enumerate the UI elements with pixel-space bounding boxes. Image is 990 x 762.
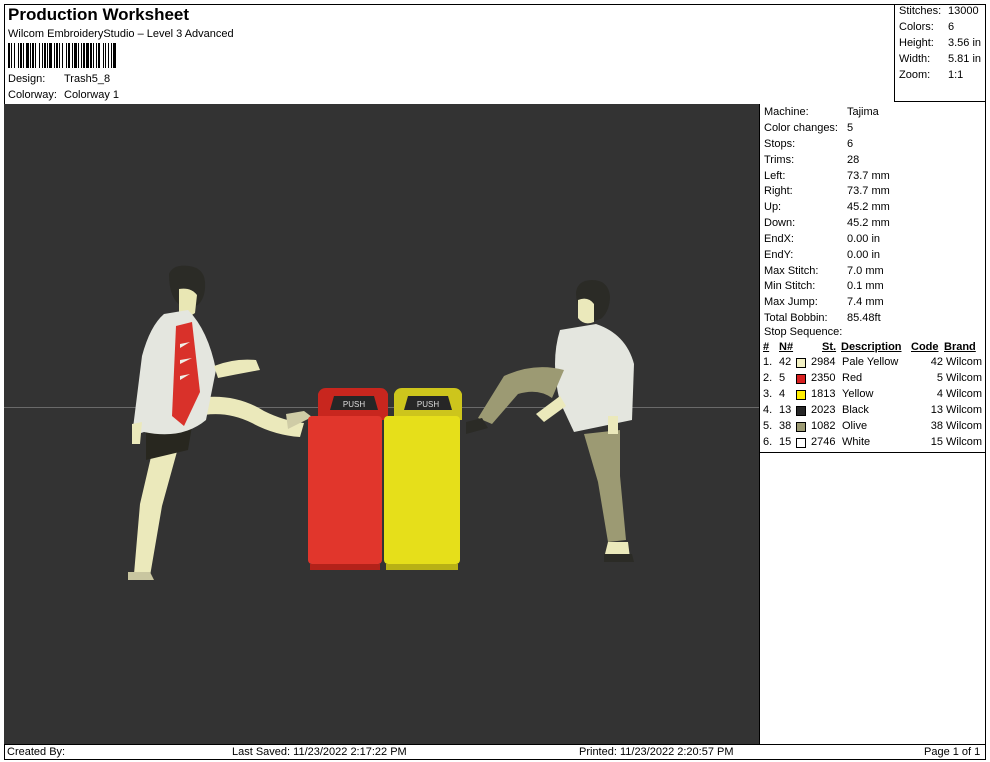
software-subtitle: Wilcom EmbroideryStudio – Level 3 Advanc… xyxy=(8,28,234,40)
info-down: Down: 45.2 mm xyxy=(764,217,890,229)
thread-color-swatch xyxy=(796,422,806,432)
page-number: Page 1 of 1 xyxy=(924,746,981,758)
last-saved: Last Saved: 11/23/2022 2:17:22 PM xyxy=(232,746,407,758)
colorway-value: Colorway 1 xyxy=(64,89,120,101)
printed-date: Printed: 11/23/2022 2:20:57 PM xyxy=(579,746,734,758)
stitch-count: 2984 xyxy=(811,356,836,368)
thread-color-swatch xyxy=(796,406,806,416)
thread-description: Yellow xyxy=(842,388,874,400)
created-by: Created By: xyxy=(7,746,66,758)
thread-brand: Wilcom xyxy=(946,436,983,448)
col-brand: Brand xyxy=(944,341,976,353)
thread-description: Black xyxy=(842,404,869,416)
thread-code: 4 xyxy=(936,388,943,400)
needle-number: 42 xyxy=(779,356,792,368)
col-stitches: St. xyxy=(822,341,837,353)
stat-width: Width: 5.81 in xyxy=(899,53,982,65)
design-label: Design: xyxy=(8,73,46,85)
col-num: # xyxy=(763,341,770,353)
thread-description: Red xyxy=(842,372,863,384)
thread-code: 38 xyxy=(930,420,943,432)
stop-sequence-title: Stop Sequence: xyxy=(764,326,843,338)
embroidery-design: PUSH PUSH xyxy=(128,265,634,580)
page-title: Production Worksheet xyxy=(8,5,190,24)
col-needle: N# xyxy=(779,341,794,353)
thread-brand: Wilcom xyxy=(946,404,983,416)
thread-color-swatch xyxy=(796,358,806,368)
stat-colors: Colors: 6 xyxy=(899,21,955,33)
stop-sequence-row: 6. 15 2746 White 15 Wilcom xyxy=(760,436,986,452)
row-number: 5. xyxy=(763,420,773,432)
row-number: 6. xyxy=(763,436,773,448)
stitch-count: 2350 xyxy=(811,372,836,384)
yellow-bin: PUSH xyxy=(384,388,462,570)
stop-sequence-divider xyxy=(760,452,986,453)
red-bin: PUSH xyxy=(308,388,388,570)
info-trims: Trims: 28 xyxy=(764,154,860,166)
info-min-stitch: Min Stitch: 0.1 mm xyxy=(764,280,884,292)
stop-sequence-row: 5. 38 1082 Olive 38 Wilcom xyxy=(760,420,986,436)
info-max-stitch: Max Stitch: 7.0 mm xyxy=(764,265,884,277)
stop-sequence-row: 2. 5 2350 Red 5 Wilcom xyxy=(760,372,986,388)
stitch-count: 1082 xyxy=(811,420,836,432)
needle-number: 38 xyxy=(779,420,792,432)
red-bin-label: PUSH xyxy=(343,400,365,409)
thread-color-swatch xyxy=(796,374,806,384)
row-number: 3. xyxy=(763,388,773,400)
info-panel: Machine: Tajima Color changes: 5 Stops: 6 T… xyxy=(759,104,986,744)
info-right: Right: 73.7 mm xyxy=(764,185,890,197)
stop-sequence-row: 4. 13 2023 Black 13 Wilcom xyxy=(760,404,986,420)
col-code: Code xyxy=(911,341,939,353)
thread-description: Pale Yellow xyxy=(842,356,899,368)
info-color-changes: Color changes: 5 xyxy=(764,122,854,134)
stop-sequence-row: 1. 42 2984 Pale Yellow 42 Wilcom xyxy=(760,356,986,372)
row-number: 4. xyxy=(763,404,773,416)
info-endy: EndY: 0.00 in xyxy=(764,249,881,261)
info-left: Left: 73.7 mm xyxy=(764,170,890,182)
stat-stitches: Stitches: 13000 xyxy=(899,5,979,17)
stat-height: Height: 3.56 in xyxy=(899,37,982,49)
stats-box: Stitches: 13000 Colors: 6 Height: 3.56 in W… xyxy=(894,4,986,102)
info-total-bobbin: Total Bobbin: 85.48ft xyxy=(764,312,881,324)
colorway-label: Colorway: xyxy=(8,89,57,101)
barcode xyxy=(8,43,117,68)
thread-brand: Wilcom xyxy=(946,388,983,400)
info-endx: EndX: 0.00 in xyxy=(764,233,881,245)
yellow-bin-label: PUSH xyxy=(417,400,439,409)
thread-description: Olive xyxy=(842,420,868,432)
stop-sequence-row: 3. 4 1813 Yellow 4 Wilcom xyxy=(760,388,986,404)
stitch-count: 2746 xyxy=(811,436,836,448)
info-stops: Stops: 6 xyxy=(764,138,854,150)
needle-number: 4 xyxy=(779,388,786,400)
info-max-jump: Max Jump: 7.4 mm xyxy=(764,296,884,308)
thread-color-swatch xyxy=(796,438,806,448)
left-figure xyxy=(128,265,312,580)
thread-description: White xyxy=(842,436,871,448)
thread-brand: Wilcom xyxy=(946,372,983,384)
needle-number: 15 xyxy=(779,436,792,448)
info-machine: Machine: Tajima xyxy=(764,106,879,118)
design-canvas: PUSH PUSH xyxy=(4,104,759,744)
stat-zoom: Zoom: 1:1 xyxy=(899,69,964,81)
thread-code: 42 xyxy=(930,356,943,368)
row-number: 2. xyxy=(763,372,773,384)
right-figure xyxy=(466,280,634,562)
stitch-count: 1813 xyxy=(811,388,836,400)
design-value: Trash5_8 xyxy=(64,73,111,85)
thread-brand: Wilcom xyxy=(946,420,983,432)
row-number: 1. xyxy=(763,356,773,368)
info-up: Up: 45.2 mm xyxy=(764,201,890,213)
footer: Created By: Last Saved: 11/23/2022 2:17:… xyxy=(4,744,986,760)
thread-code: 13 xyxy=(930,404,943,416)
thread-brand: Wilcom xyxy=(946,356,983,368)
thread-color-swatch xyxy=(796,390,806,400)
needle-number: 5 xyxy=(779,372,786,384)
needle-number: 13 xyxy=(779,404,792,416)
thread-code: 5 xyxy=(936,372,943,384)
col-description: Description xyxy=(841,341,902,353)
stitch-count: 2023 xyxy=(811,404,836,416)
stop-sequence-header: # N# St. Description Code Brand xyxy=(760,341,986,354)
thread-code: 15 xyxy=(930,436,943,448)
